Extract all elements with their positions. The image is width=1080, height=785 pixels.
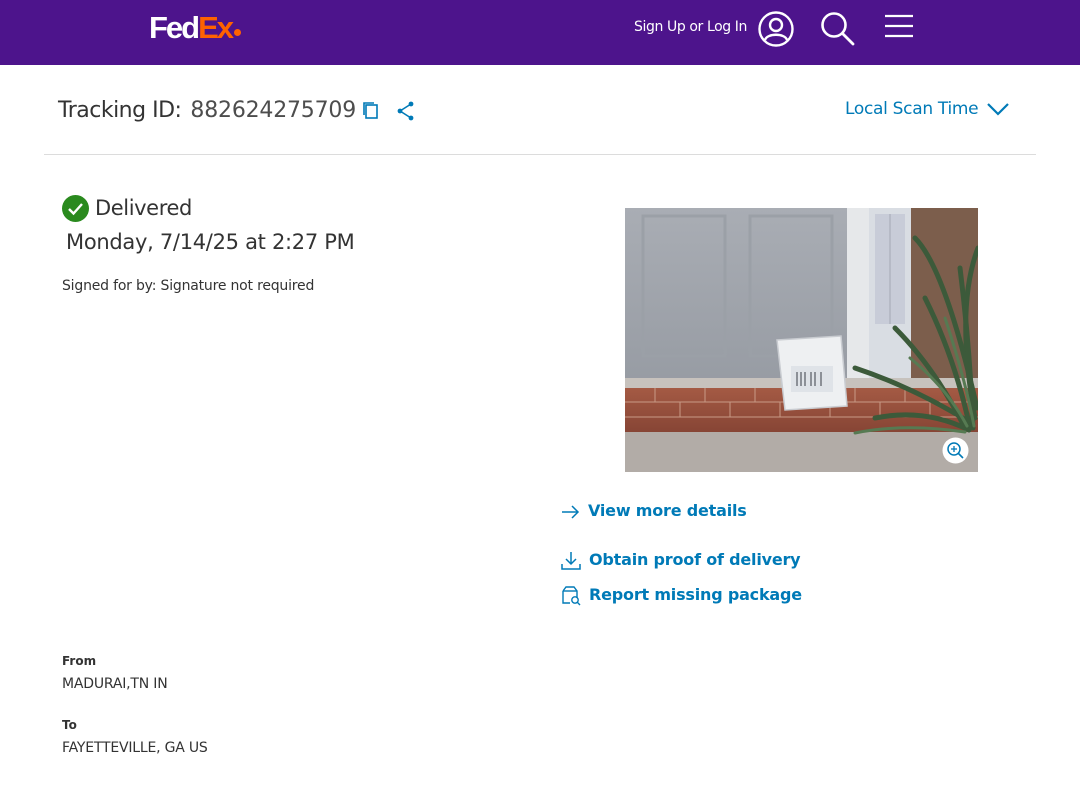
from-location: MADURAI,TN IN	[62, 676, 168, 692]
download-icon[interactable]	[561, 551, 581, 575]
local-scan-time-dropdown[interactable]: Local Scan Time	[845, 99, 979, 119]
view-more-details-link[interactable]: View more details	[588, 501, 747, 520]
delivery-photo[interactable]	[625, 208, 978, 472]
delivery-date: Monday, 7/14/25 at 2:27 PM	[66, 230, 355, 254]
tracking-id-value: 882624275709	[190, 97, 356, 123]
report-missing-package-link[interactable]: Report missing package	[589, 585, 802, 604]
menu-icon[interactable]	[883, 13, 915, 45]
copy-icon[interactable]	[361, 100, 381, 126]
to-label: To	[62, 718, 77, 732]
tracking-id-row: Tracking ID: 882624275709	[58, 93, 356, 127]
user-icon[interactable]	[757, 10, 795, 52]
share-icon[interactable]	[396, 100, 416, 126]
check-circle-icon	[62, 195, 89, 226]
logo-registered-dot	[234, 29, 242, 36]
fedex-logo[interactable]: FedEx	[149, 10, 242, 45]
signed-for-text: Signed for by: Signature not required	[62, 278, 315, 294]
missing-package-icon[interactable]	[561, 586, 581, 610]
from-label: From	[62, 654, 97, 668]
logo-text-fed: Fed	[149, 10, 200, 45]
tracking-id-label: Tracking ID:	[58, 97, 182, 123]
delivery-status: Delivered	[95, 196, 192, 220]
zoom-in-icon[interactable]	[942, 437, 969, 468]
chevron-down-icon[interactable]	[986, 100, 1010, 122]
search-icon[interactable]	[819, 10, 857, 52]
obtain-proof-of-delivery-link[interactable]: Obtain proof of delivery	[589, 550, 801, 569]
sign-up-login-link[interactable]: Sign Up or Log In	[634, 19, 747, 35]
arrow-right-icon[interactable]	[561, 503, 581, 525]
section-divider	[44, 154, 1036, 155]
top-navigation-bar: FedEx Sign Up or Log In	[0, 0, 1080, 65]
to-location: FAYETTEVILLE, GA US	[62, 740, 208, 756]
logo-text-ex: Ex	[198, 10, 234, 45]
